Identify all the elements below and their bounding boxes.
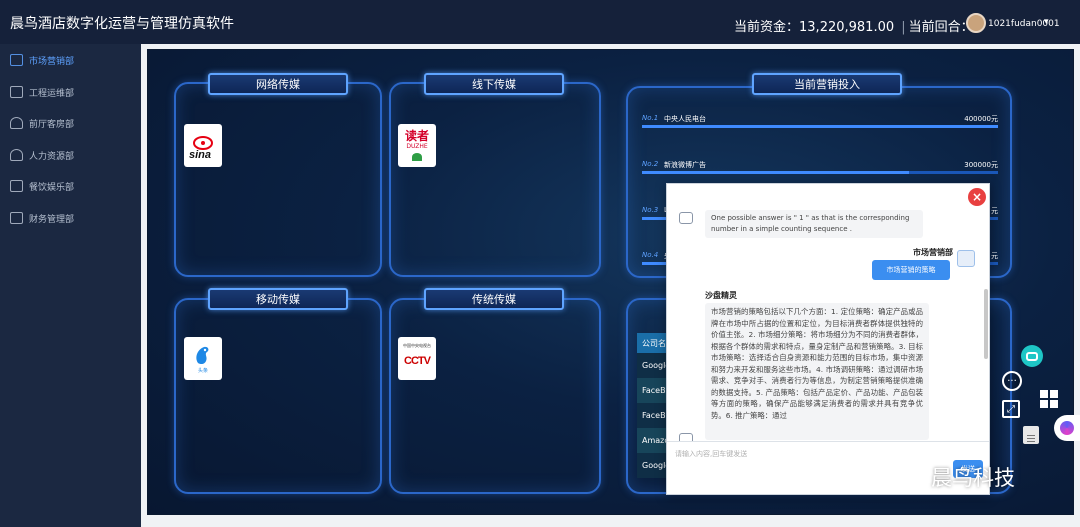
round-label: 当前回合： [908, 20, 974, 35]
sidebar-item-label: 人力资源部 [29, 151, 75, 162]
rank-number: No.1 [642, 114, 659, 122]
rank-amount: 300000元 [964, 161, 998, 169]
top-bar: 晨鸟酒店数字化运营与管理仿真软件 当前资金：13,220,981.00 | 当前回… [0, 0, 1080, 44]
offline-media-panel [389, 82, 601, 277]
sidebar-item-label: 餐饮娱乐部 [29, 182, 75, 193]
sidebar-item-label: 市场营销部 [29, 56, 75, 67]
fund-status: 当前资金：13,220,981.00 |当前回合：7 [734, 16, 982, 35]
rank-amount: 400000元 [964, 115, 998, 123]
squirrel-icon [196, 346, 209, 365]
company-list: 公司名 Google FaceBo FaceBo Amazo Google [637, 333, 667, 478]
expand-icon[interactable]: ⤢ [1002, 400, 1020, 418]
chat-bubble-icon[interactable]: ··· [1002, 371, 1022, 391]
traditional-media-panel [389, 298, 601, 494]
app-title: 晨鸟酒店数字化运营与管理仿真软件 [10, 16, 234, 32]
mobile-app-logo-sub: 头条 [197, 368, 208, 374]
robot-icon [1026, 351, 1038, 361]
sidebar-item-label: 前厅客房部 [29, 119, 75, 130]
company-list-header: 公司名 [637, 333, 667, 353]
close-icon[interactable]: × [968, 188, 986, 206]
leaf-icon [412, 153, 422, 161]
wechat-icon [901, 468, 927, 490]
document-icon[interactable] [1023, 426, 1039, 444]
avatar[interactable] [966, 13, 986, 33]
rank-bar-fill [642, 171, 909, 174]
cctv-logo-top: 中国中央电视台 [403, 343, 431, 348]
chat-dialog: × One possible answer is " 1 " as that i… [666, 183, 990, 495]
svg-text:sina: sina [189, 149, 211, 161]
previous-answer-bubble: One possible answer is " 1 " as that is … [705, 210, 923, 238]
rank-bar-fill [642, 125, 998, 128]
mobile-media-panel [174, 298, 382, 494]
chart-line-icon [957, 250, 975, 267]
rank-name: 新浪微博广告 [664, 161, 706, 169]
rank-number: No.3 [642, 206, 659, 214]
sina-logo[interactable]: sina [184, 124, 222, 167]
car-icon [10, 180, 23, 192]
list-item[interactable]: FaceBo [637, 403, 667, 428]
rank-amount: 元 [991, 252, 998, 260]
rank-name: 中央人民电台 [664, 115, 706, 123]
mobile-app-logo[interactable]: 头条 [184, 337, 222, 380]
bot-sender-name: 沙盘精灵 [705, 291, 737, 300]
chart-line-icon [10, 54, 23, 66]
people-icon [10, 117, 23, 129]
robot-icon [679, 212, 693, 224]
online-media-title: 网络传媒 [208, 73, 348, 95]
sidebar-item-front-office[interactable]: 前厅客房部 [10, 113, 74, 133]
rank-number: No.4 [642, 251, 659, 259]
list-item[interactable]: Google [637, 453, 667, 478]
robot-float-icon[interactable] [1021, 345, 1043, 367]
user-message-bubble: 市场营销的策略 [872, 260, 950, 280]
list-item[interactable]: Amazo [637, 428, 667, 453]
rank-number: No.2 [642, 160, 659, 168]
rank-amount: 元 [991, 207, 998, 215]
watermark-text: 晨鸟科技 [931, 466, 1015, 490]
building-icon [10, 212, 23, 224]
sidebar: 市场营销部 工程运维部 前厅客房部 人力资源部 餐饮娱乐部 财务管理部 [0, 44, 141, 527]
duzhe-logo[interactable]: 读者 DUZHE [398, 124, 436, 167]
sidebar-item-hr[interactable]: 人力资源部 [10, 145, 74, 165]
list-item[interactable]: Google [637, 353, 667, 378]
traditional-media-title: 传统传媒 [424, 288, 564, 310]
cctv-logo-text: CCTV [404, 355, 431, 367]
fund-label: 当前资金： [734, 20, 800, 35]
rank-bar [642, 125, 998, 128]
sina-icon: sina [189, 135, 213, 161]
rank-bar [642, 171, 998, 174]
duzhe-logo-text: 读者 [404, 129, 429, 143]
cctv-logo[interactable]: 中国中央电视台 CCTV [398, 337, 436, 380]
chat-scrollbar[interactable] [984, 289, 988, 359]
online-media-panel [174, 82, 382, 277]
user-sender-name: 市场营销部 [913, 248, 953, 257]
sidebar-item-finance[interactable]: 财务管理部 [10, 208, 74, 228]
list-item[interactable]: FaceBo [637, 378, 667, 403]
sidebar-item-catering[interactable]: 餐饮娱乐部 [10, 176, 74, 196]
grid-icon[interactable] [1040, 390, 1058, 408]
fund-value: 13,220,981.00 [799, 20, 895, 35]
offline-media-title: 线下传媒 [424, 73, 564, 95]
chevron-down-icon[interactable]: ▾ [1044, 17, 1049, 27]
watermark: 晨鸟科技 [901, 462, 1015, 492]
duzhe-logo-sub: DUZHE [406, 143, 428, 150]
mobile-media-title: 移动传媒 [208, 288, 348, 310]
sidebar-item-label: 财务管理部 [29, 214, 75, 225]
marketing-investment-title: 当前营销投入 [752, 73, 902, 95]
sidebar-item-marketing[interactable]: 市场营销部 [10, 50, 74, 70]
bot-answer-bubble: 市场营销的策略包括以下几个方面：1. 定位策略：确定产品或品牌在市场中所占据的位… [705, 303, 929, 440]
person-icon [10, 149, 23, 161]
ai-assistant-icon[interactable] [1054, 415, 1080, 441]
bar-chart-icon [10, 86, 23, 98]
sidebar-item-engineering[interactable]: 工程运维部 [10, 82, 74, 102]
sidebar-item-label: 工程运维部 [29, 88, 75, 99]
